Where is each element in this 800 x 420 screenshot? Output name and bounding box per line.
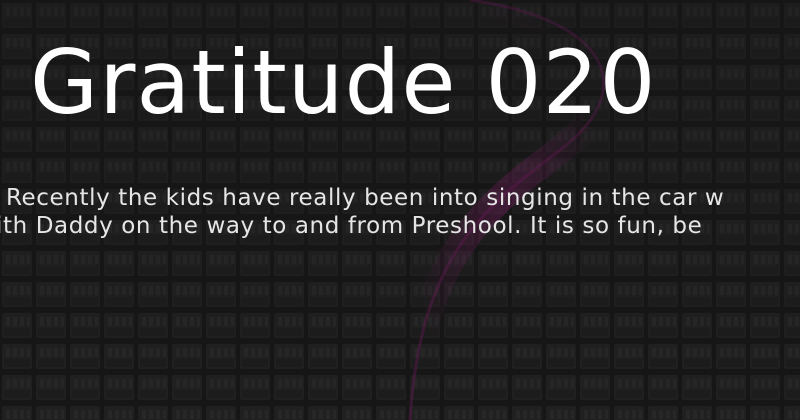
excerpt-line-2: ith Daddy on the way to and from Preshoo… [0,213,703,239]
social-card: Gratitude 020 Recently the kids have rea… [0,0,800,420]
excerpt-line-1: Recently the kids have really been into … [6,185,725,211]
post-title: Gratitude 020 [30,31,657,134]
post-excerpt: Recently the kids have really been into … [0,184,800,240]
